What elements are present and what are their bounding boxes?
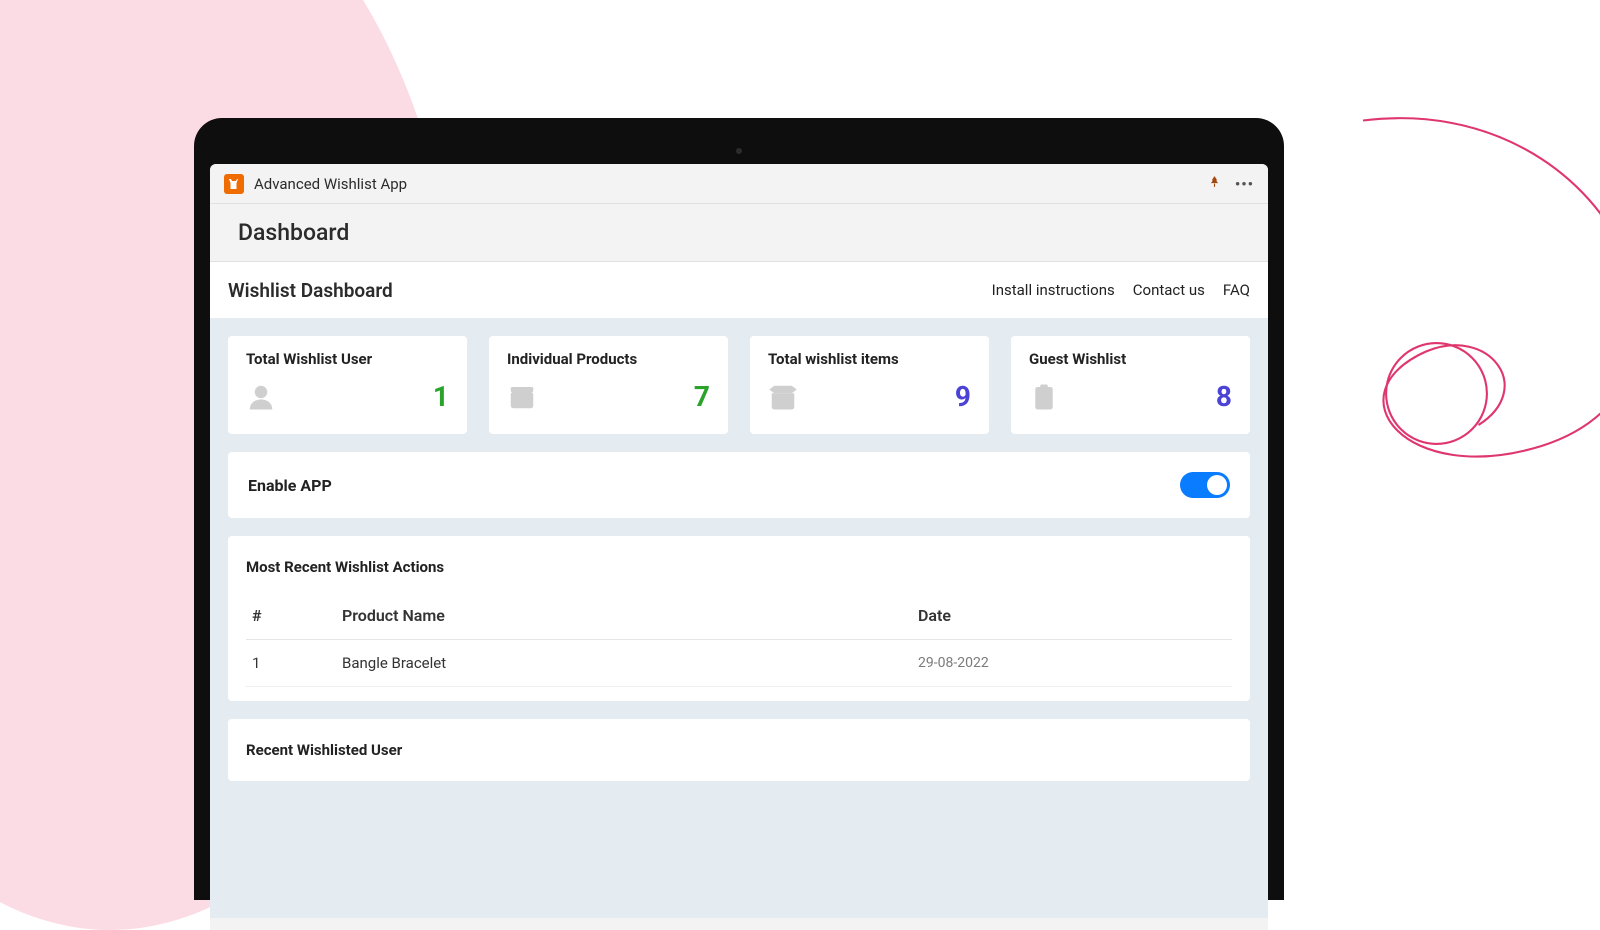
enable-app-toggle[interactable] (1180, 472, 1230, 498)
col-header-product: Product Name (336, 592, 912, 640)
topbar: Advanced Wishlist App ••• (210, 164, 1268, 204)
stat-title: Total wishlist items (768, 350, 971, 368)
cell-index: 1 (246, 640, 336, 687)
stat-card-total-wishlist-items: Total wishlist items 9 (750, 336, 989, 434)
clipboard-icon (1029, 382, 1059, 412)
col-header-date: Date (912, 592, 1232, 640)
page-subtitle: Wishlist Dashboard (228, 279, 992, 302)
link-faq[interactable]: FAQ (1223, 281, 1250, 299)
stat-title: Individual Products (507, 350, 710, 368)
cell-product: Bangle Bracelet (336, 640, 912, 687)
box-icon (507, 382, 537, 412)
page-title: Dashboard (238, 219, 349, 246)
stat-value: 7 (694, 380, 710, 413)
openbox-icon (768, 382, 798, 412)
stat-card-total-wishlist-user: Total Wishlist User 1 (228, 336, 467, 434)
background-swirl (1300, 110, 1600, 530)
recent-users-title: Recent Wishlisted User (246, 741, 1232, 759)
laptop-frame: Advanced Wishlist App ••• Dashboard Wish… (194, 118, 1284, 900)
enable-app-panel: Enable APP (228, 452, 1250, 518)
recent-users-panel: Recent Wishlisted User (228, 719, 1250, 781)
subheader-links: Install instructions Contact us FAQ (992, 281, 1250, 299)
stat-value: 9 (955, 380, 971, 413)
enable-app-label: Enable APP (248, 476, 332, 495)
stat-value: 1 (433, 380, 449, 413)
app-title: Advanced Wishlist App (254, 175, 1208, 193)
table-row: 1 Bangle Bracelet 29-08-2022 (246, 640, 1232, 687)
recent-actions-table: # Product Name Date 1 Bangle Bracelet 29… (246, 592, 1232, 687)
recent-actions-panel: Most Recent Wishlist Actions # Product N… (228, 536, 1250, 701)
stat-title: Guest Wishlist (1029, 350, 1232, 368)
user-icon (246, 382, 276, 412)
more-icon[interactable]: ••• (1235, 175, 1254, 193)
cell-date: 29-08-2022 (912, 640, 1232, 687)
link-contact-us[interactable]: Contact us (1133, 281, 1205, 299)
stat-title: Total Wishlist User (246, 350, 449, 368)
link-install-instructions[interactable]: Install instructions (992, 281, 1115, 299)
stat-value: 8 (1216, 380, 1232, 413)
pagetitle-bar: Dashboard (210, 204, 1268, 262)
pin-icon[interactable] (1208, 174, 1221, 193)
screen: Advanced Wishlist App ••• Dashboard Wish… (210, 164, 1268, 930)
col-header-index: # (246, 592, 336, 640)
subheader: Wishlist Dashboard Install instructions … (210, 262, 1268, 318)
stats-row: Total Wishlist User 1 Individual Product… (228, 336, 1250, 434)
app-logo-icon (224, 174, 244, 194)
recent-actions-title: Most Recent Wishlist Actions (246, 558, 1232, 576)
stat-card-guest-wishlist: Guest Wishlist 8 (1011, 336, 1250, 434)
stat-card-individual-products: Individual Products 7 (489, 336, 728, 434)
content-area: Total Wishlist User 1 Individual Product… (210, 318, 1268, 918)
